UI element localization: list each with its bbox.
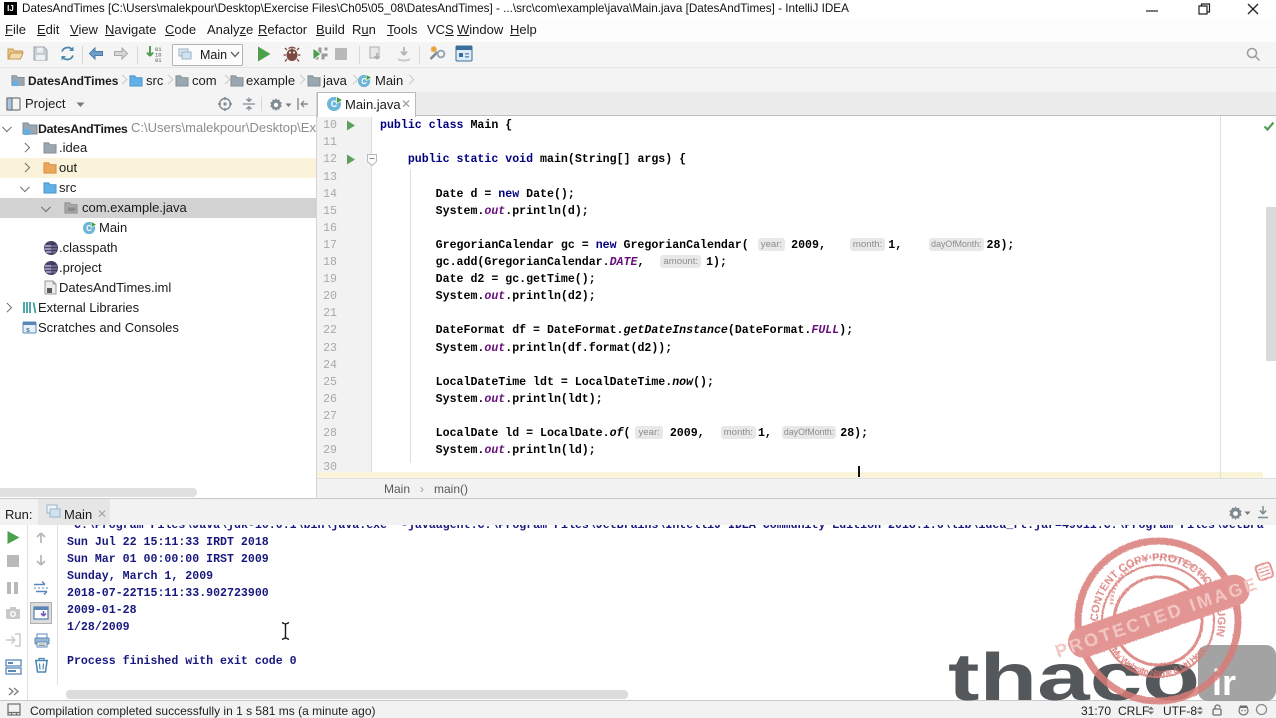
svg-text:01: 01 <box>155 57 162 62</box>
svg-text:s: s <box>26 327 30 334</box>
